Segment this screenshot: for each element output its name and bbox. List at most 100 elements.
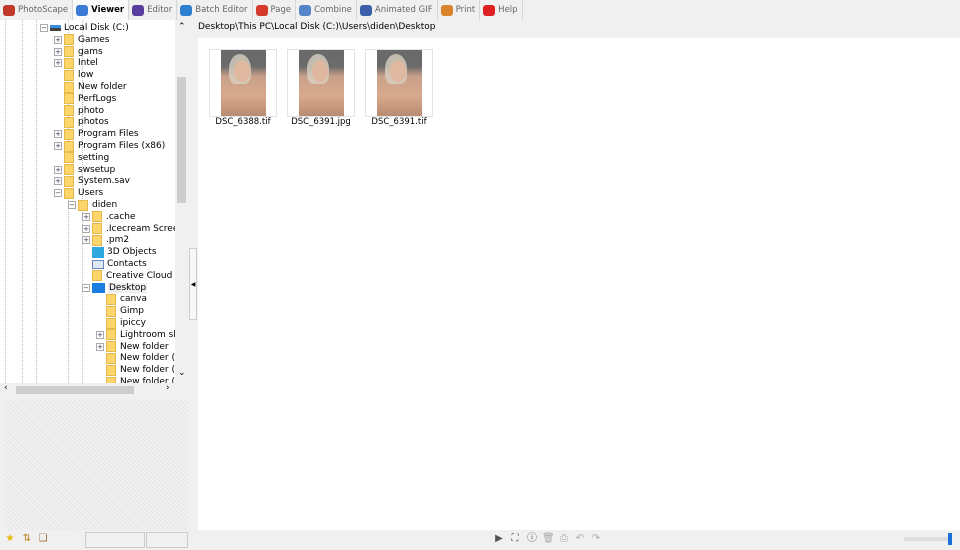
file-name[interactable]: DSC_6391.tif (357, 117, 441, 127)
tree-item[interactable]: Local Disk (C:) (50, 22, 129, 34)
file-name[interactable]: DSC_6391.jpg (279, 117, 363, 127)
tab-label: Print (455, 5, 476, 15)
tab-animated-gif[interactable]: Animated GIF (357, 0, 438, 20)
tree-item-label: Gimp (120, 306, 144, 317)
print-icon[interactable]: ⎙ (558, 533, 570, 545)
tree-item[interactable]: Contacts (92, 258, 147, 270)
delete-icon[interactable]: 🗑 (542, 533, 555, 545)
scroll-up-icon[interactable]: ⌃ (178, 22, 186, 32)
tree-item[interactable]: Program Files (64, 128, 139, 140)
scroll-down-icon[interactable]: ⌄ (178, 368, 186, 378)
file-thumbnail[interactable] (209, 49, 277, 117)
expand-icon[interactable]: + (54, 177, 62, 186)
thumbnail-area[interactable]: DSC_6388.tif DSC_6391.jpg DSC_6391.tif (198, 38, 960, 530)
tab-editor[interactable]: Editor (129, 0, 178, 20)
tab-viewer[interactable]: Viewer (73, 0, 130, 20)
tree-item[interactable]: Program Files (x86) (64, 140, 165, 152)
file-thumbnail[interactable] (365, 49, 433, 117)
tab-label: Animated GIF (374, 5, 433, 15)
tab-photoscape[interactable]: PhotoScape (0, 0, 74, 20)
tree-item[interactable]: .Icecream Screen (92, 223, 175, 235)
tree-item[interactable]: PerfLogs (64, 93, 116, 105)
info-icon[interactable]: ⓘ (526, 533, 538, 545)
scroll-left-icon[interactable]: ‹ (4, 383, 8, 393)
file-thumbnail[interactable] (287, 49, 355, 117)
tab-page[interactable]: Page (253, 0, 297, 20)
tree-item[interactable]: photos (64, 116, 109, 128)
folder-icon (92, 211, 102, 223)
tree-item[interactable]: photo (64, 105, 104, 117)
expand-icon[interactable]: + (54, 47, 62, 56)
expand-icon[interactable]: + (96, 330, 104, 339)
tree-item-label: canva (120, 294, 148, 305)
folder-options-icon[interactable]: ❏ (37, 533, 49, 545)
tree-item[interactable]: swsetup (64, 164, 115, 176)
tree-item[interactable]: Creative Cloud Fil (92, 270, 175, 282)
tree-item[interactable]: setting (64, 152, 109, 164)
expand-icon[interactable]: + (82, 224, 90, 233)
tab-label: Batch Editor (195, 5, 248, 15)
page-icon (255, 4, 268, 16)
folder-icon (64, 105, 74, 117)
expand-icon[interactable]: + (82, 236, 90, 245)
tree-item-label: photo (78, 105, 104, 116)
tab-print[interactable]: Print (438, 0, 481, 20)
file-name[interactable]: DSC_6388.tif (201, 117, 285, 127)
tree-item[interactable]: .pm2 (92, 234, 129, 246)
scroll-right-icon[interactable]: › (166, 383, 170, 393)
tree-item[interactable]: canva (106, 293, 147, 305)
tree-item[interactable]: New folder (4 (106, 376, 175, 383)
tree-item[interactable]: ipiccy (106, 317, 146, 329)
expand-icon[interactable]: + (54, 35, 62, 44)
tree-hscroll-thumb[interactable] (16, 386, 134, 394)
tree-item[interactable]: Games (64, 34, 109, 46)
status-field-1 (85, 532, 145, 548)
folder-tree[interactable]: − Local Disk (C:) + Games + gams + Intel low New … (0, 20, 175, 383)
tab-help[interactable]: Help (480, 0, 523, 20)
slider-thumb[interactable] (948, 533, 952, 545)
thumbnail-size-slider[interactable] (904, 533, 952, 545)
expand-icon[interactable]: + (96, 342, 104, 351)
tab-batch-editor[interactable]: Batch Editor (177, 0, 253, 20)
drive-icon (50, 25, 61, 31)
collapse-icon[interactable]: − (68, 201, 76, 209)
folder-icon (64, 57, 74, 69)
tree-item[interactable]: Lightroom slo (106, 329, 175, 341)
tree-vscroll-thumb[interactable] (177, 77, 186, 203)
expand-icon[interactable]: + (54, 142, 62, 150)
collapse-icon[interactable]: − (40, 24, 48, 32)
tree-item[interactable]: .cache (92, 211, 136, 223)
tree-item[interactable]: New folder (64, 81, 127, 93)
expand-icon[interactable]: + (54, 165, 62, 174)
panel-splitter-toggle[interactable]: ◀ (189, 248, 197, 320)
tree-item-label: New folder (120, 341, 169, 352)
folder-icon (106, 293, 116, 305)
tree-item[interactable]: gams (64, 46, 103, 58)
rotate-left-icon[interactable]: ↶ (574, 533, 586, 545)
3d-objects-icon (92, 246, 104, 258)
expand-icon[interactable]: + (82, 212, 90, 221)
tree-item[interactable]: New folder (2 (106, 352, 175, 364)
tree-item[interactable]: New folder (3 (106, 364, 175, 376)
tree-item[interactable]: 3D Objects (92, 246, 157, 258)
refresh-icon[interactable]: ⇅ (21, 533, 33, 545)
tree-item[interactable]: Gimp (106, 305, 144, 317)
expand-icon[interactable]: + (54, 59, 62, 68)
expand-icon[interactable]: + (54, 130, 62, 139)
tree-item[interactable]: Users (64, 187, 103, 199)
tab-bar: PhotoScape Viewer Editor Batch Editor Page Co… (0, 0, 523, 20)
collapse-icon[interactable]: − (54, 189, 62, 198)
tree-item[interactable]: diden (78, 199, 117, 211)
tree-item[interactable]: System.sav (64, 175, 130, 187)
tree-item[interactable]: Desktop (92, 282, 148, 294)
print-icon (440, 4, 453, 16)
tree-item[interactable]: Intel (64, 57, 98, 69)
tree-item[interactable]: low (64, 69, 93, 81)
fullscreen-icon[interactable]: ⛶ (509, 533, 521, 545)
slideshow-icon[interactable]: ▶ (493, 533, 505, 545)
favorite-star-icon[interactable]: ★ (4, 533, 16, 545)
tab-combine[interactable]: Combine (296, 0, 357, 20)
collapse-icon[interactable]: − (82, 283, 90, 292)
rotate-right-icon[interactable]: ↷ (590, 533, 602, 545)
tree-item[interactable]: New folder (106, 341, 169, 353)
